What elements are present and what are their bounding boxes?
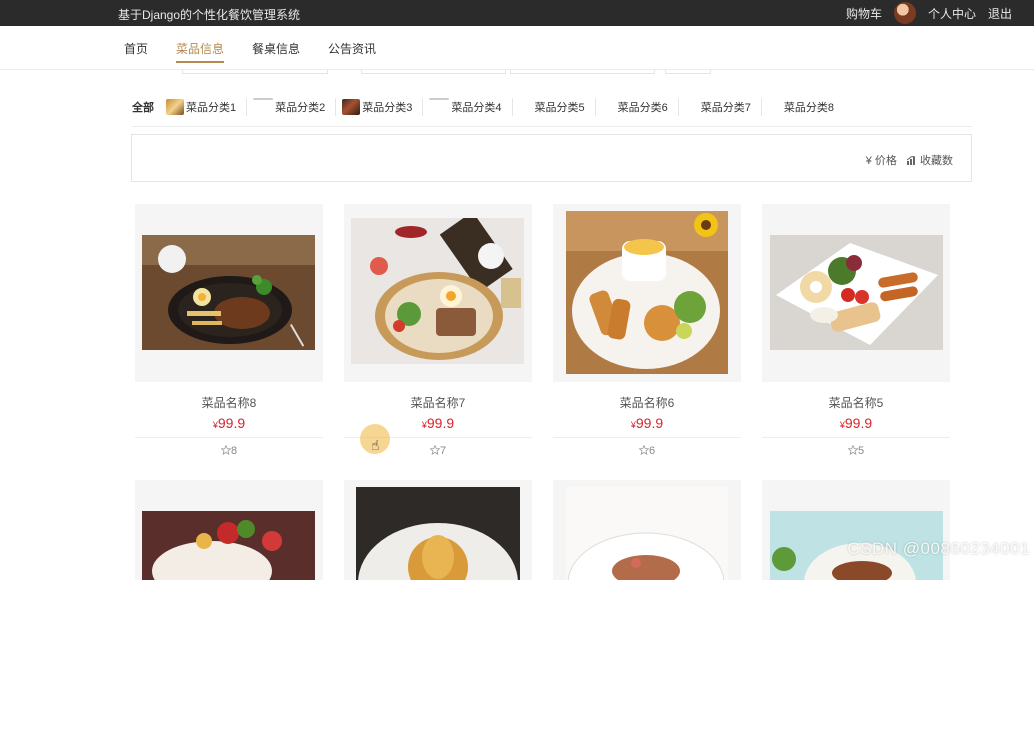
star-icon: [639, 445, 649, 455]
favorite-count[interactable]: 6: [553, 445, 741, 457]
category-thumb: [253, 98, 273, 100]
favorite-number: 6: [649, 445, 655, 457]
food-photo: [566, 211, 728, 374]
price-value: 99.9: [427, 415, 454, 431]
product-image[interactable]: [344, 204, 532, 382]
avatar[interactable]: [894, 2, 916, 24]
product-card[interactable]: 菜品名称6 ¥99.9 6: [553, 204, 741, 458]
category-label: 菜品分类7: [685, 99, 751, 115]
cart-link[interactable]: 购物车: [846, 5, 882, 22]
product-image[interactable]: [762, 480, 950, 580]
favorite-count[interactable]: 5: [762, 445, 950, 457]
nav-tables[interactable]: 餐桌信息: [252, 40, 300, 63]
category-label: 菜品分类3: [362, 99, 412, 115]
product-price: ¥99.9: [762, 415, 950, 431]
category-thumb: [342, 99, 360, 115]
main-nav: 首页 菜品信息 餐桌信息 公告资讯: [0, 26, 1034, 70]
product-image[interactable]: [553, 480, 741, 580]
site-title: 基于Django的个性化餐饮管理系统: [118, 6, 300, 23]
food-photo: [770, 235, 943, 350]
category-item-6[interactable]: 菜品分类6: [596, 98, 679, 116]
product-image[interactable]: [762, 204, 950, 382]
category-all[interactable]: 全部: [132, 98, 160, 116]
category-item-5[interactable]: 菜品分类5: [513, 98, 596, 116]
sort-favorites-label: 收藏数: [920, 155, 953, 167]
category-item-4[interactable]: 菜品分类4: [423, 98, 512, 116]
category-label: 菜品分类8: [768, 99, 834, 115]
card-divider: [135, 437, 323, 438]
category-item-8[interactable]: 菜品分类8: [762, 98, 844, 116]
star-icon: [848, 445, 858, 455]
favorite-number: 5: [858, 445, 864, 457]
nav-home[interactable]: 首页: [124, 40, 148, 63]
card-divider: [553, 437, 741, 438]
chart-icon: [907, 156, 917, 165]
card-divider: [762, 437, 950, 438]
food-photo: [566, 487, 728, 580]
search-field-stub-3[interactable]: [510, 70, 655, 74]
product-name[interactable]: 菜品名称6: [553, 394, 741, 411]
food-photo: [142, 511, 315, 580]
product-card[interactable]: 菜品名称5 ¥99.9 5: [762, 204, 950, 458]
category-thumb: [429, 98, 449, 100]
product-name[interactable]: 菜品名称5: [762, 394, 950, 411]
star-icon: [430, 445, 440, 455]
category-item-1[interactable]: 菜品分类1: [160, 98, 247, 116]
favorite-count[interactable]: 8: [135, 445, 323, 457]
category-item-2[interactable]: 菜品分类2: [247, 98, 336, 116]
watermark: CSDN @00860234001: [847, 539, 1030, 559]
product-image[interactable]: [344, 480, 532, 580]
top-bar-actions: 购物车 个人中心 退出: [846, 0, 1012, 26]
category-label: 菜品分类1: [186, 99, 236, 115]
nav-news[interactable]: 公告资讯: [328, 40, 376, 63]
food-photo: [356, 487, 520, 580]
search-field-stub-2[interactable]: [361, 70, 506, 74]
category-thumb: [166, 99, 184, 115]
product-grid: 菜品名称8 ¥99.9 8 菜品名称7: [135, 204, 950, 734]
category-label: 菜品分类5: [519, 99, 585, 115]
price-value: 99.9: [636, 415, 663, 431]
nav-dishes[interactable]: 菜品信息: [176, 40, 224, 63]
category-label: 菜品分类2: [275, 99, 325, 115]
sort-by-price[interactable]: ¥ 价格: [866, 152, 897, 168]
search-field-stub[interactable]: [182, 70, 328, 74]
hand-cursor-icon: ☝: [371, 437, 380, 454]
price-value: 99.9: [218, 415, 245, 431]
category-divider: [132, 126, 972, 127]
product-name[interactable]: 菜品名称8: [135, 394, 323, 411]
price-value: 99.9: [845, 415, 872, 431]
search-button-stub[interactable]: [665, 70, 711, 74]
category-item-7[interactable]: 菜品分类7: [679, 98, 762, 116]
sort-by-favorites[interactable]: 收藏数: [907, 152, 953, 168]
product-card[interactable]: 菜品名称7 ¥99.9 7: [344, 204, 532, 458]
sort-panel: ¥ 价格 收藏数: [131, 134, 972, 182]
product-image[interactable]: [553, 204, 741, 382]
category-label: 菜品分类6: [602, 99, 668, 115]
product-card[interactable]: [135, 480, 323, 734]
favorite-number: 7: [440, 445, 446, 457]
product-card[interactable]: [344, 480, 532, 734]
product-image[interactable]: [135, 480, 323, 580]
category-item-3[interactable]: 菜品分类3: [336, 98, 423, 116]
category-label: 菜品分类4: [451, 99, 501, 115]
logout-link[interactable]: 退出: [988, 5, 1012, 22]
favorite-number: 8: [231, 445, 237, 457]
product-price: ¥99.9: [135, 415, 323, 431]
product-card[interactable]: [553, 480, 741, 734]
product-image[interactable]: [135, 204, 323, 382]
category-bar: 全部 菜品分类1 菜品分类2 菜品分类3 菜品分类4 菜品分类5 菜品分类6 菜…: [132, 96, 844, 118]
product-name[interactable]: 菜品名称7: [344, 394, 532, 411]
profile-link[interactable]: 个人中心: [928, 5, 976, 22]
top-bar: 基于Django的个性化餐饮管理系统 购物车 个人中心 退出: [0, 0, 1034, 26]
star-icon: [221, 445, 231, 455]
food-photo: [351, 218, 524, 364]
food-photo: [142, 235, 315, 350]
product-card[interactable]: [762, 480, 950, 734]
product-price: ¥99.9: [553, 415, 741, 431]
product-card[interactable]: 菜品名称8 ¥99.9 8: [135, 204, 323, 458]
